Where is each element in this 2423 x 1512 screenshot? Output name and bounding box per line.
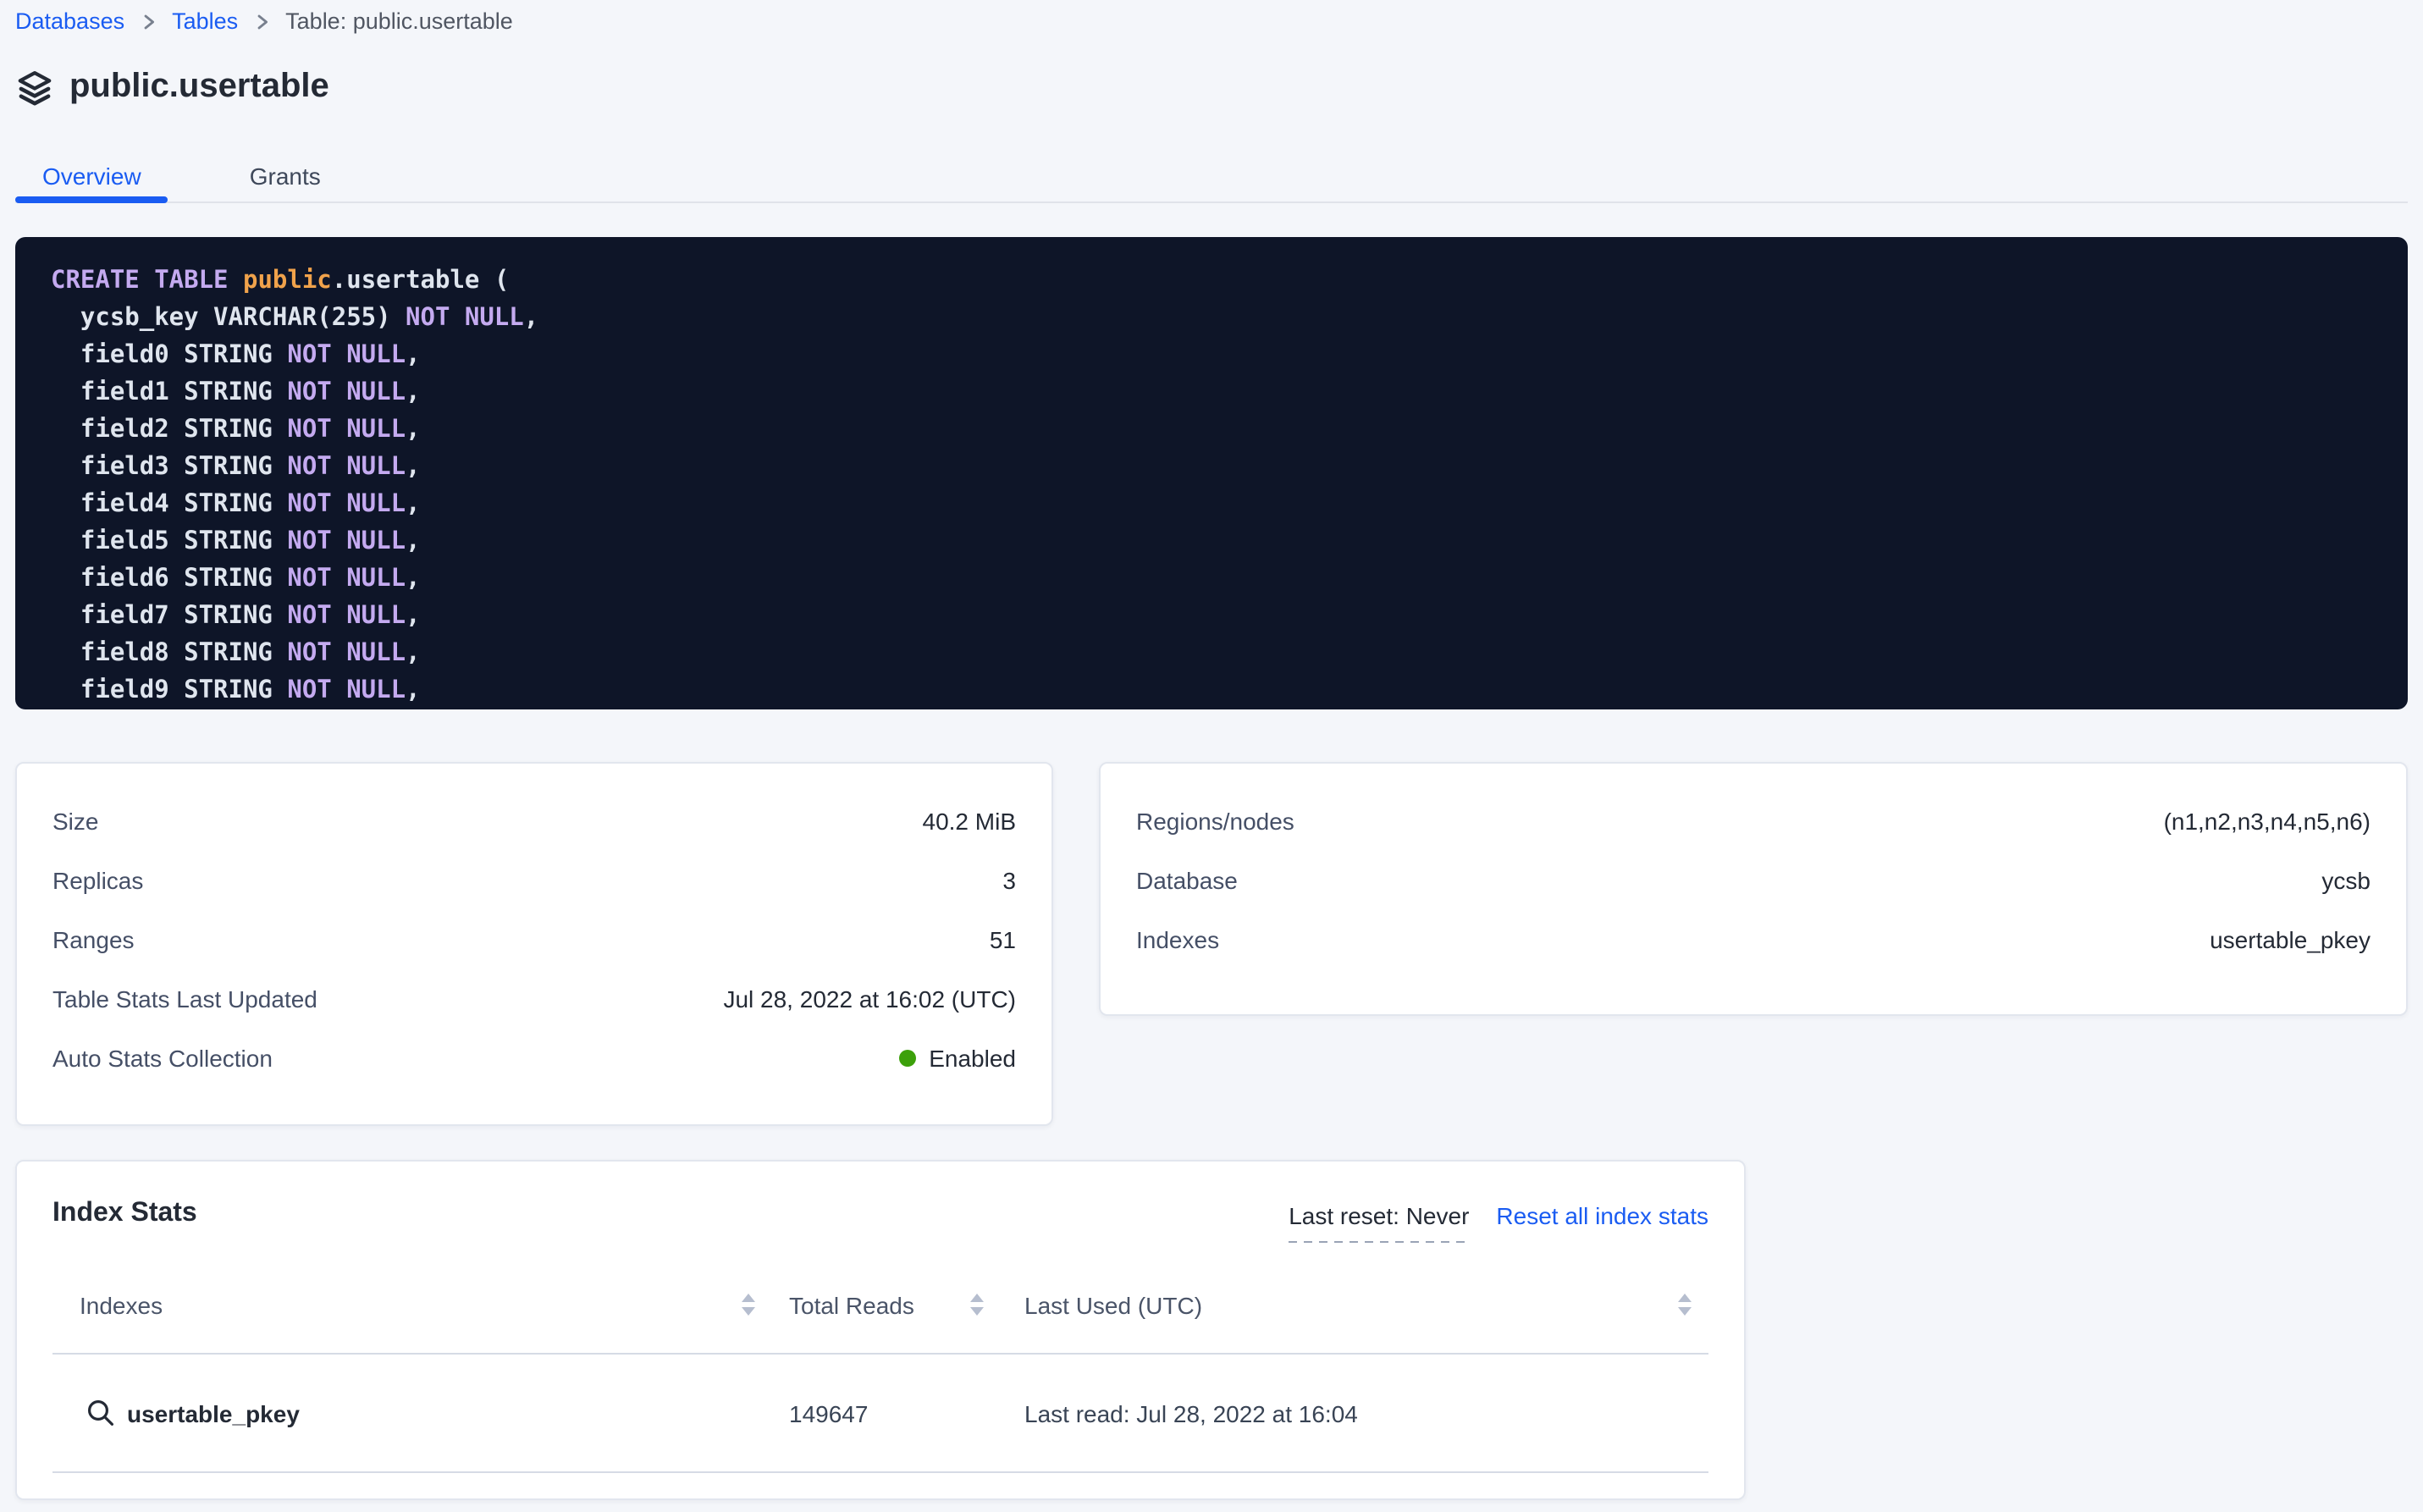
sort-arrows-icon[interactable] (1678, 1294, 1692, 1316)
index-stats-title: Index Stats (52, 1197, 197, 1229)
breadcrumb-item-databases[interactable]: Databases (15, 8, 124, 34)
total-reads-value: 149647 (789, 1399, 868, 1426)
summary-card-database-info: Regions/nodes (n1,n2,n3,n4,n5,n6) Databa… (1099, 762, 2408, 1016)
code-line: ycsb_key VARCHAR(255) NOT NULL, (51, 300, 2372, 337)
summary-label: Indexes (1136, 925, 1219, 952)
summary-row-replicas: Replicas 3 (52, 850, 1016, 909)
summary-row-database: Database ycsb (1136, 850, 2371, 909)
summary-label: Size (52, 807, 98, 834)
index-name: usertable_pkey (127, 1399, 300, 1426)
total-reads-cell: 149647 (789, 1399, 984, 1426)
summary-value: Enabled (898, 1044, 1016, 1071)
index-name-cell: usertable_pkey (52, 1399, 755, 1427)
table-details-page: Databases Tables Table: public.usertable… (0, 0, 2423, 1500)
summary-row-stats-updated: Table Stats Last Updated Jul 28, 2022 at… (52, 968, 1016, 1028)
code-line: field4 STRING NOT NULL, (51, 486, 2372, 523)
code-line: field5 STRING NOT NULL, (51, 523, 2372, 560)
magnifier-icon (86, 1399, 115, 1427)
tab-grants[interactable]: Grants (223, 151, 348, 201)
summary-row-auto-stats: Auto Stats Collection Enabled (52, 1028, 1016, 1087)
summary-value: (n1,n2,n3,n4,n5,n6) (2164, 807, 2371, 834)
index-link[interactable]: usertable_pkey (86, 1399, 300, 1427)
sort-arrows-icon[interactable] (970, 1294, 984, 1316)
title-row: public.usertable (15, 68, 2408, 107)
summary-value: Jul 28, 2022 at 16:02 (UTC) (723, 985, 1016, 1012)
last-used-cell: Last read: Jul 28, 2022 at 16:04 (1024, 1399, 1708, 1426)
last-used-value: Last read: Jul 28, 2022 at 16:04 (1024, 1399, 1358, 1426)
summary-label: Ranges (52, 925, 135, 952)
reset-index-stats-link[interactable]: Reset all index stats (1496, 1202, 1708, 1229)
summary-value: ycsb (2321, 866, 2371, 893)
code-line: field1 STRING NOT NULL, (51, 374, 2372, 411)
summary-value: usertable_pkey (2210, 925, 2371, 952)
code-line: field6 STRING NOT NULL, (51, 560, 2372, 598)
code-line: field7 STRING NOT NULL, (51, 598, 2372, 635)
sort-arrows-icon[interactable] (742, 1294, 755, 1316)
tab-overview[interactable]: Overview (15, 151, 168, 201)
status-dot-icon (898, 1049, 915, 1066)
chevron-right-icon (253, 13, 270, 30)
code-line: field2 STRING NOT NULL, (51, 411, 2372, 449)
page-viewport: Databases Tables Table: public.usertable… (0, 0, 2423, 1512)
summary-label: Replicas (52, 866, 143, 893)
code-line: CREATE TABLE public.usertable ( (51, 262, 2372, 300)
breadcrumb: Databases Tables Table: public.usertable (15, 0, 2408, 34)
summary-value: 51 (990, 925, 1016, 952)
sql-code-block: CREATE TABLE public.usertable ( ycsb_key… (15, 237, 2408, 709)
page-title: public.usertable (69, 68, 329, 107)
code-line: field8 STRING NOT NULL, (51, 635, 2372, 672)
summary-value: 40.2 MiB (923, 807, 1017, 834)
status-text: Enabled (929, 1044, 1016, 1071)
tab-bar: Overview Grants (15, 151, 2408, 203)
column-header-total-reads[interactable]: Total Reads (789, 1291, 984, 1318)
column-header-indexes[interactable]: Indexes (52, 1291, 755, 1318)
summary-label: Auto Stats Collection (52, 1044, 273, 1071)
code-line: field3 STRING NOT NULL, (51, 449, 2372, 486)
layers-stack-icon (15, 68, 54, 107)
index-table-header-row: Indexes Total Reads Last Used (UTC) (52, 1256, 1708, 1355)
column-header-last-used[interactable]: Last Used (UTC) (1024, 1291, 1708, 1318)
code-line: field0 STRING NOT NULL, (51, 337, 2372, 374)
code-line: field9 STRING NOT NULL, (51, 672, 2372, 709)
summary-value: 3 (1002, 866, 1016, 893)
index-table-row: usertable_pkey 149647 Last read: Jul 28,… (52, 1355, 1708, 1473)
breadcrumb-item-tables[interactable]: Tables (172, 8, 238, 34)
summary-label: Table Stats Last Updated (52, 985, 317, 1012)
summary-label: Database (1136, 866, 1238, 893)
summary-row-indexes: Indexes usertable_pkey (1136, 909, 2371, 968)
summary-cards-row: Size 40.2 MiB Replicas 3 Ranges 51 Table… (15, 762, 2408, 1126)
summary-row-regions: Regions/nodes (n1,n2,n3,n4,n5,n6) (1136, 791, 2371, 850)
index-stats-card: Index Stats Last reset: Never Reset all … (15, 1160, 1746, 1500)
column-label: Indexes (80, 1291, 163, 1318)
column-label: Total Reads (789, 1291, 914, 1318)
chevron-right-icon (140, 13, 157, 30)
sql-code: CREATE TABLE public.usertable ( ycsb_key… (51, 262, 2372, 709)
breadcrumb-item-current: Table: public.usertable (285, 8, 513, 34)
summary-row-ranges: Ranges 51 (52, 909, 1016, 968)
index-stats-header: Index Stats Last reset: Never Reset all … (52, 1162, 1708, 1229)
summary-row-size: Size 40.2 MiB (52, 791, 1016, 850)
summary-label: Regions/nodes (1136, 807, 1294, 834)
index-stats-actions: Last reset: Never Reset all index stats (1289, 1202, 1708, 1229)
last-reset-label: Last reset: Never (1289, 1202, 1469, 1229)
summary-card-table-stats: Size 40.2 MiB Replicas 3 Ranges 51 Table… (15, 762, 1053, 1126)
column-label: Last Used (UTC) (1024, 1291, 1202, 1318)
